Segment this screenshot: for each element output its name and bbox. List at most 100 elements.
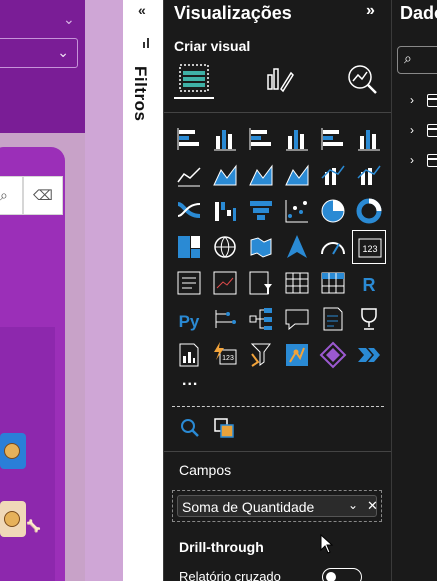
pie-chart-icon[interactable] — [316, 194, 350, 228]
build-visual-subtitle: Criar visual — [174, 38, 251, 54]
cross-report-toggle[interactable] — [322, 568, 362, 581]
visualizations-pane: Visualizações » Criar visual 123 R Py 12… — [163, 0, 392, 581]
search-visuals-icon[interactable] — [178, 416, 202, 440]
filter-bars-icon — [141, 36, 153, 48]
search-tool-button[interactable]: ⌕ — [0, 176, 23, 215]
line-stacked-column-chart-icon[interactable] — [352, 158, 386, 192]
kpi-icon[interactable] — [208, 266, 242, 300]
table-row[interactable]: › — [410, 93, 437, 109]
field-well[interactable]: Soma de Quantidade ⌄ ✕ — [172, 490, 382, 522]
chevron-down-icon: ⌄ — [57, 44, 69, 60]
svg-text:123: 123 — [362, 244, 377, 254]
chevron-down-icon[interactable]: ⌄ — [63, 11, 75, 28]
line-clustered-column-chart-icon[interactable] — [316, 158, 350, 192]
gauge-icon[interactable] — [316, 230, 350, 264]
format-painter-icon[interactable] — [212, 416, 236, 440]
canvas-header-block: ⌄ ⌄ — [0, 0, 85, 133]
data-search-box[interactable]: ⌕ — [397, 46, 437, 74]
more-visuals-button[interactable]: ... — [182, 372, 198, 390]
dog-face-icon — [4, 511, 20, 527]
r-visual-icon[interactable]: R — [352, 266, 386, 300]
stacked-bar-chart-icon[interactable] — [172, 122, 206, 156]
data-pane: Dados ⌕ › › › — [392, 0, 437, 581]
visual-mode-tabs — [174, 59, 386, 101]
funnel-chart-icon[interactable] — [244, 194, 278, 228]
qa-icon[interactable] — [280, 302, 314, 336]
chevron-down-icon[interactable]: ⌄ — [348, 498, 358, 512]
power-automate-icon[interactable]: 123 — [208, 338, 242, 372]
stacked-area-chart-icon[interactable] — [244, 158, 278, 192]
decomposition-tree-icon[interactable] — [244, 302, 278, 336]
filters-label[interactable]: Filtros — [130, 66, 150, 121]
metrics-icon[interactable] — [352, 302, 386, 336]
data-pane-title: Dados — [400, 3, 437, 23]
table-row[interactable]: › — [410, 153, 437, 169]
filters-pane[interactable]: « Filtros — [123, 0, 163, 581]
donut-chart-icon[interactable] — [352, 194, 386, 228]
cross-report-label: Relatório cruzado — [179, 569, 281, 581]
svg-text:Py: Py — [179, 312, 200, 331]
table-icon[interactable] — [280, 266, 314, 300]
azure-map-icon[interactable] — [280, 230, 314, 264]
chevron-right-icon[interactable]: › — [410, 153, 414, 167]
paginated-report-icon[interactable] — [172, 338, 206, 372]
analytics-icon[interactable] — [342, 59, 382, 99]
product-image — [0, 433, 26, 469]
table-row[interactable]: › — [410, 123, 437, 139]
100-stacked-area-chart-icon[interactable] — [280, 158, 314, 192]
100-stacked-bar-chart-icon[interactable] — [316, 122, 350, 156]
diamond-visual-icon[interactable] — [316, 338, 350, 372]
filled-map-icon[interactable] — [244, 230, 278, 264]
scatter-chart-icon[interactable] — [280, 194, 314, 228]
visualizations-title: Visualizações — [174, 3, 292, 23]
divider — [164, 451, 391, 452]
svg-text:R: R — [363, 275, 376, 295]
drillthrough-heading: Drill-through — [179, 539, 264, 555]
collapse-icon[interactable]: « — [138, 2, 146, 18]
expand-pane-icon[interactable]: » — [366, 2, 375, 20]
fields-label: Campos — [179, 462, 232, 478]
100-stacked-column-chart-icon[interactable] — [352, 122, 386, 156]
build-visual-icon[interactable] — [174, 59, 214, 99]
report-canvas[interactable]: ⌄ ⌄ ⌕ ⌫ 🦴 — [0, 0, 123, 581]
format-visual-icon[interactable] — [259, 59, 299, 99]
field-pill[interactable]: Soma de Quantidade ⌄ ✕ — [177, 495, 378, 517]
smart-narrative-icon[interactable] — [316, 302, 350, 336]
matrix-icon[interactable] — [316, 266, 350, 300]
mouse-cursor-icon — [320, 534, 334, 554]
table-icon — [427, 124, 437, 137]
key-influencers-icon[interactable] — [208, 302, 242, 336]
waterfall-chart-icon[interactable] — [208, 194, 242, 228]
table-icon — [427, 154, 437, 167]
dog-face-icon — [4, 443, 20, 459]
field-pill-label: Soma de Quantidade — [182, 499, 315, 515]
eraser-tool-button[interactable]: ⌫ — [23, 176, 63, 215]
area-chart-icon[interactable] — [208, 158, 242, 192]
multi-row-card-icon[interactable] — [172, 266, 206, 300]
search-icon: ⌕ — [404, 50, 412, 66]
toggle-knob — [326, 572, 336, 581]
stacked-column-chart-icon[interactable] — [208, 122, 242, 156]
svg-text:123: 123 — [222, 355, 234, 362]
arcgis-map-icon[interactable] — [280, 338, 314, 372]
clustered-bar-chart-icon[interactable] — [244, 122, 278, 156]
eraser-icon: ⌫ — [33, 187, 53, 203]
clustered-column-chart-icon[interactable] — [280, 122, 314, 156]
power-apps-icon[interactable] — [244, 338, 278, 372]
card-icon[interactable]: 123 — [352, 230, 386, 264]
chevron-right-icon[interactable]: › — [410, 93, 414, 107]
search-icon: ⌕ — [0, 187, 8, 203]
python-visual-icon[interactable]: Py — [172, 302, 206, 336]
map-icon[interactable] — [208, 230, 242, 264]
ribbon-chart-icon[interactable] — [172, 194, 206, 228]
chevron-visual-icon[interactable] — [352, 338, 386, 372]
canvas-dropdown[interactable]: ⌄ — [0, 38, 78, 68]
treemap-icon[interactable] — [172, 230, 206, 264]
divider — [172, 406, 384, 407]
chevron-right-icon[interactable]: › — [410, 123, 414, 137]
line-chart-icon[interactable] — [172, 158, 206, 192]
close-icon[interactable]: ✕ — [367, 498, 378, 514]
divider — [164, 112, 391, 113]
slicer-icon[interactable] — [244, 266, 278, 300]
canvas-side-strip — [85, 0, 123, 581]
